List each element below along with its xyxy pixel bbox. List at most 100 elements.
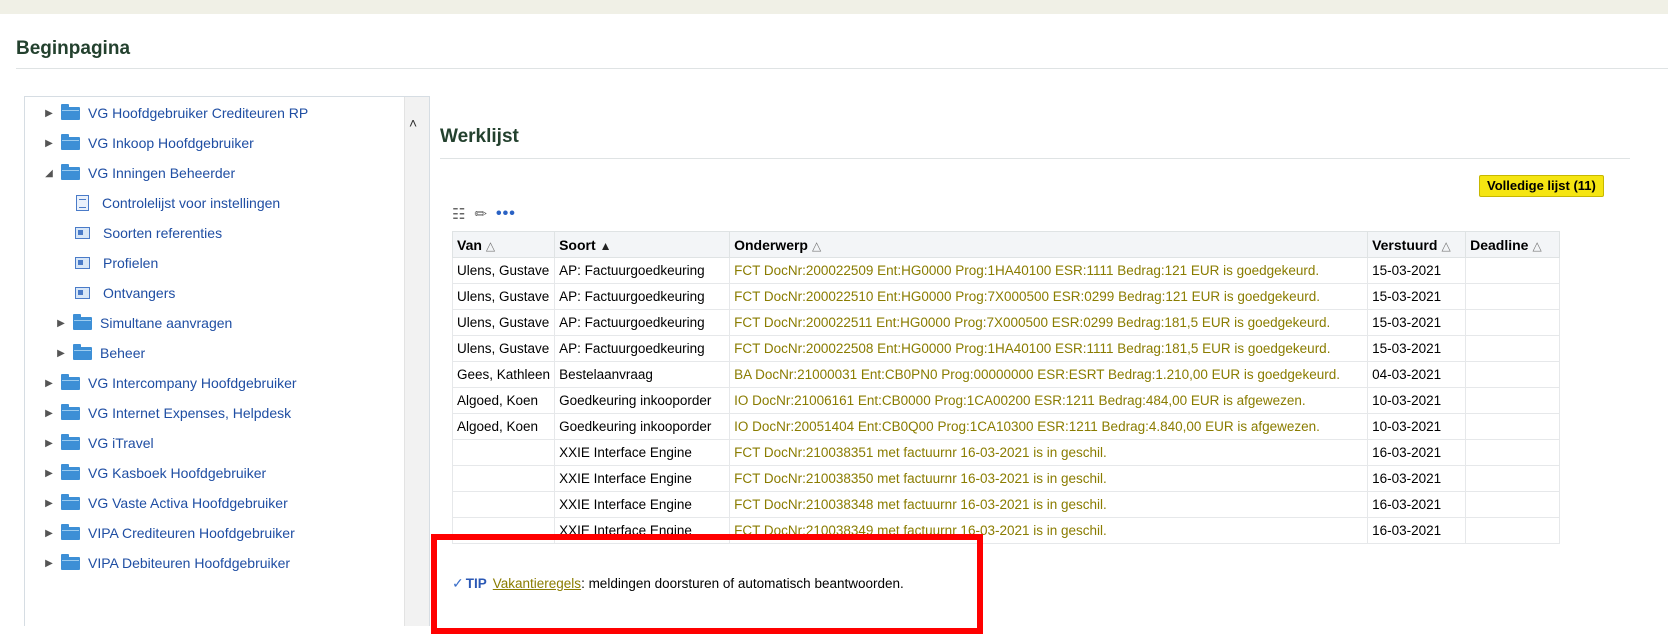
cell-soort: XXIE Interface Engine <box>554 439 731 466</box>
triangle-right-icon[interactable]: ▶ <box>55 348 67 359</box>
nav-item[interactable]: Soorten referenties <box>55 223 222 243</box>
nav-item[interactable]: ▶ VG Vaste Activa Hoofdgebruiker <box>43 493 288 513</box>
nav-item[interactable]: ▶ Simultane aanvragen <box>55 313 232 333</box>
nav-item[interactable]: Ontvangers <box>55 283 175 303</box>
cell-verstuurd: 15-03-2021 <box>1367 257 1467 284</box>
cell-van <box>451 439 556 466</box>
cell-deadline <box>1465 439 1561 466</box>
cell-van: Ulens, Gustave <box>451 335 556 362</box>
nav-item[interactable]: Profielen <box>55 253 158 273</box>
nav-item-label: VG Vaste Activa Hoofdgebruiker <box>88 495 288 511</box>
cell-onderwerp[interactable]: FCT DocNr:210038348 met factuurnr 16-03-… <box>729 491 1369 518</box>
sort-asc-icon[interactable]: △ <box>812 239 821 253</box>
nav-item[interactable]: ▶ VG Internet Expenses, Helpdesk <box>43 403 291 423</box>
cell-verstuurd: 15-03-2021 <box>1367 283 1467 310</box>
triangle-down-icon[interactable]: ◢ <box>43 168 55 179</box>
triangle-right-icon[interactable]: ▶ <box>43 378 55 389</box>
filter-icon[interactable]: ☷ <box>452 205 465 223</box>
cell-verstuurd: 16-03-2021 <box>1367 465 1467 492</box>
nav-item[interactable]: ◢ VG Inningen Beheerder <box>43 163 235 183</box>
sort-asc-icon[interactable]: △ <box>486 239 495 253</box>
table-row[interactable]: XXIE Interface Engine FCT DocNr:210038349… <box>451 517 1561 544</box>
nav-item-label: VIPA Crediteuren Hoofdgebruiker <box>88 525 295 541</box>
nav-item-label: VG Inningen Beheerder <box>88 165 236 181</box>
column-soort[interactable]: Soort ▲ <box>554 231 731 258</box>
cell-soort: AP: Factuurgoedkeuring <box>554 283 731 310</box>
cell-onderwerp[interactable]: FCT DocNr:200022510 Ent:HG0000 Prog:7X00… <box>729 283 1369 310</box>
sort-active-icon[interactable]: ▲ <box>600 239 612 253</box>
cell-onderwerp[interactable]: IO DocNr:20051404 Ent:CB0Q00 Prog:1CA103… <box>729 413 1369 440</box>
column-verstuurd[interactable]: Verstuurd △ <box>1367 231 1467 258</box>
cell-onderwerp[interactable]: FCT DocNr:210038349 met factuurnr 16-03-… <box>729 517 1369 544</box>
triangle-right-icon[interactable]: ▶ <box>43 528 55 539</box>
nav-item-label: VG Inkoop Hoofdgebruiker <box>88 135 254 151</box>
folder-icon <box>61 103 80 120</box>
folder-icon <box>61 523 80 540</box>
table-row[interactable]: Algoed, Koen Goedkeuring inkooporder IO Do… <box>451 387 1561 414</box>
column-deadline[interactable]: Deadline △ <box>1465 231 1561 258</box>
nav-item[interactable]: ▶ VG Hoofdgebruiker Crediteuren RP <box>43 103 308 123</box>
cell-deadline <box>1465 257 1561 284</box>
table-row[interactable]: XXIE Interface Engine FCT DocNr:210038350… <box>451 465 1561 492</box>
cell-deadline <box>1465 491 1561 518</box>
cell-deadline <box>1465 413 1561 440</box>
table-row[interactable]: Ulens, Gustave AP: Factuurgoedkeuring FCT … <box>451 257 1561 284</box>
cell-onderwerp[interactable]: FCT DocNr:200022509 Ent:HG0000 Prog:1HA4… <box>729 257 1369 284</box>
cell-deadline <box>1465 465 1561 492</box>
cell-verstuurd: 04-03-2021 <box>1367 361 1467 388</box>
table-row[interactable]: XXIE Interface Engine FCT DocNr:210038351… <box>451 439 1561 466</box>
sort-asc-icon[interactable]: △ <box>1532 239 1541 253</box>
nav-item[interactable]: ▶ VIPA Debiteuren Hoofdgebruiker <box>43 553 290 573</box>
triangle-right-icon[interactable]: ▶ <box>43 498 55 509</box>
table-row[interactable]: Ulens, Gustave AP: Factuurgoedkeuring FCT … <box>451 335 1561 362</box>
table-row[interactable]: Ulens, Gustave AP: Factuurgoedkeuring FCT … <box>451 309 1561 336</box>
nav-item[interactable]: ▶ VG Inkoop Hoofdgebruiker <box>43 133 254 153</box>
cell-verstuurd: 16-03-2021 <box>1367 491 1467 518</box>
table-row[interactable]: Algoed, Koen Goedkeuring inkooporder IO Do… <box>451 413 1561 440</box>
table-header-row: Van △ Soort ▲ Onderwerp △ Verstuurd △ Deadli… <box>451 231 1561 258</box>
nav-item[interactable]: ▶ VG iTravel <box>43 433 154 453</box>
full-list-button[interactable]: Volledige lijst (11) <box>1479 175 1604 197</box>
sort-asc-icon[interactable]: △ <box>1441 239 1450 253</box>
worklist-title: Werklijst <box>440 126 519 147</box>
nav-item[interactable]: ▶ VG Kasboek Hoofdgebruiker <box>43 463 266 483</box>
cell-verstuurd: 16-03-2021 <box>1367 517 1467 544</box>
cell-onderwerp[interactable]: IO DocNr:21006161 Ent:CB0000 Prog:1CA002… <box>729 387 1369 414</box>
vacation-rules-link[interactable]: Vakantieregels <box>493 576 581 591</box>
column-onderwerp[interactable]: Onderwerp △ <box>729 231 1369 258</box>
cell-onderwerp[interactable]: FCT DocNr:210038350 met factuurnr 16-03-… <box>729 465 1369 492</box>
table-row[interactable]: XXIE Interface Engine FCT DocNr:210038348… <box>451 491 1561 518</box>
attachment-icon[interactable]: ✏ <box>474 205 487 223</box>
cell-onderwerp[interactable]: FCT DocNr:200022508 Ent:HG0000 Prog:1HA4… <box>729 335 1369 362</box>
cell-verstuurd: 10-03-2021 <box>1367 413 1467 440</box>
triangle-right-icon[interactable]: ▶ <box>43 138 55 149</box>
cell-onderwerp[interactable]: BA DocNr:21000031 Ent:CB0PN0 Prog:000000… <box>729 361 1369 388</box>
nav-item[interactable]: Controlelijst voor instellingen <box>55 193 280 213</box>
triangle-right-icon[interactable]: ▶ <box>55 318 67 329</box>
cell-van: Ulens, Gustave <box>451 257 556 284</box>
column-van[interactable]: Van △ <box>451 231 556 258</box>
table-row[interactable]: Gees, Kathleen Bestelaanvraag BA DocNr:210… <box>451 361 1561 388</box>
triangle-right-icon[interactable]: ▶ <box>43 408 55 419</box>
triangle-right-icon[interactable]: ▶ <box>43 438 55 449</box>
cell-verstuurd: 15-03-2021 <box>1367 335 1467 362</box>
document-icon <box>76 195 89 211</box>
triangle-right-icon[interactable]: ▶ <box>43 558 55 569</box>
nav-item[interactable]: ▶ VIPA Crediteuren Hoofdgebruiker <box>43 523 295 543</box>
triangle-right-icon[interactable]: ▶ <box>43 468 55 479</box>
cell-onderwerp[interactable]: FCT DocNr:210038351 met factuurnr 16-03-… <box>729 439 1369 466</box>
navigator-scrollbar[interactable]: ˄ <box>404 97 429 626</box>
nav-item-label: Controlelijst voor instellingen <box>102 195 281 211</box>
folder-icon <box>61 163 80 180</box>
nav-item[interactable]: ▶ VG Intercompany Hoofdgebruiker <box>43 373 297 393</box>
cell-soort: XXIE Interface Engine <box>554 517 731 544</box>
cell-van: Ulens, Gustave <box>451 309 556 336</box>
cell-soort: Bestelaanvraag <box>554 361 731 388</box>
more-options-icon[interactable]: ••• <box>496 205 516 223</box>
scroll-up-icon[interactable]: ˄ <box>409 115 417 131</box>
triangle-right-icon[interactable]: ▶ <box>43 108 55 119</box>
cell-onderwerp[interactable]: FCT DocNr:200022511 Ent:HG0000 Prog:7X00… <box>729 309 1369 336</box>
column-soort-label: Soort <box>559 236 596 253</box>
table-row[interactable]: Ulens, Gustave AP: Factuurgoedkeuring FCT … <box>451 283 1561 310</box>
nav-item[interactable]: ▶ Beheer <box>55 343 145 363</box>
